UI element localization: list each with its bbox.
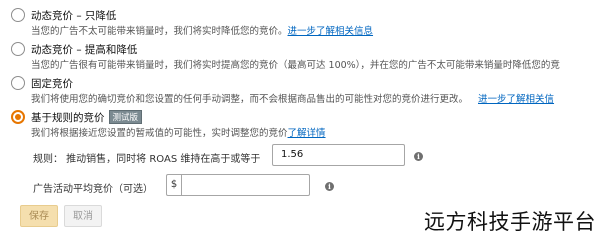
learn-details-link[interactable]: 了解详情 — [288, 128, 326, 139]
option-desc-rule-based: 我们将根据接近您设置的暂戒值的可能性，实时调整您的竞价了解详情 — [31, 125, 326, 139]
cancel-button[interactable]: 取消 — [64, 205, 102, 227]
option-title-down-only: 动态竞价 – 只降低 — [31, 10, 117, 22]
radio-fixed[interactable] — [11, 76, 25, 90]
option-title-rule-based: 基于规则的竞价 测试版 — [31, 110, 143, 125]
roas-threshold-value: 1.56 — [281, 149, 304, 160]
currency-prefix: $ — [167, 175, 182, 195]
save-button[interactable]: 保存 — [20, 205, 58, 227]
option-title-fixed: 固定竞价 — [31, 78, 73, 90]
option-desc-down-only: 当您的广告不太可能带来销量时，我们将实时降低您的竞价。进一步了解相关信息 — [31, 23, 373, 37]
desc-text: 当您的广告不太可能带来销量时，我们将实时降低您的竞价。 — [31, 26, 288, 37]
desc-text: 我们将根据接近您设置的暂戒值的可能性，实时调整您的竞价 — [31, 128, 288, 139]
radio-up-down[interactable] — [11, 42, 25, 56]
radio-down-only[interactable] — [11, 8, 25, 22]
radio-rule-based[interactable] — [11, 110, 25, 124]
option-desc-fixed: 我们将使用您的确切竞价和您设置的任何手动调整，而不会根据商品售出的可能性对您的竞… — [31, 91, 554, 105]
info-icon[interactable]: i — [325, 182, 334, 191]
rule-label: 规则： 推动销售，同时将 ROAS 维持在高于或等于 — [33, 154, 261, 165]
option-desc-up-down: 当您的广告很有可能带来销量时，我们将实时提高您的竞价（最高可达 100%），并在… — [31, 60, 560, 71]
bidding-option-rule-based[interactable]: 基于规则的竞价 测试版 我们将根据接近您设置的暂戒值的可能性，实时调整您的竞价了解… — [0, 108, 600, 139]
avg-bid-label: 广告活动平均竞价（可选） — [33, 184, 153, 195]
bidding-option-up-down[interactable]: 动态竞价 – 提高和降低 当您的广告很有可能带来销量时，我们将实时提高您的竞价（… — [0, 40, 600, 71]
bidding-option-fixed[interactable]: 固定竞价 我们将使用您的确切竞价和您设置的任何手动调整，而不会根据商品售出的可能… — [0, 74, 600, 105]
desc-text: 我们将使用您的确切竞价和您设置的任何手动调整，而不会根据商品售出的可能性对您的竞… — [31, 94, 469, 105]
beta-badge: 测试版 — [108, 110, 143, 124]
learn-more-link[interactable]: 进一步了解相关信 — [478, 94, 554, 105]
info-icon[interactable]: i — [414, 152, 423, 161]
avg-bid-input[interactable]: $ — [166, 174, 310, 196]
bidding-option-down-only[interactable]: 动态竞价 – 只降低 当您的广告不太可能带来销量时，我们将实时降低您的竞价。进一… — [0, 6, 600, 37]
learn-more-link[interactable]: 进一步了解相关信息 — [288, 26, 374, 37]
title-text: 基于规则的竞价 — [31, 112, 105, 124]
option-title-up-down: 动态竞价 – 提高和降低 — [31, 44, 138, 56]
site-watermark: 远方科技手游平台 — [424, 210, 596, 234]
roas-threshold-input[interactable]: 1.56 — [272, 144, 405, 166]
